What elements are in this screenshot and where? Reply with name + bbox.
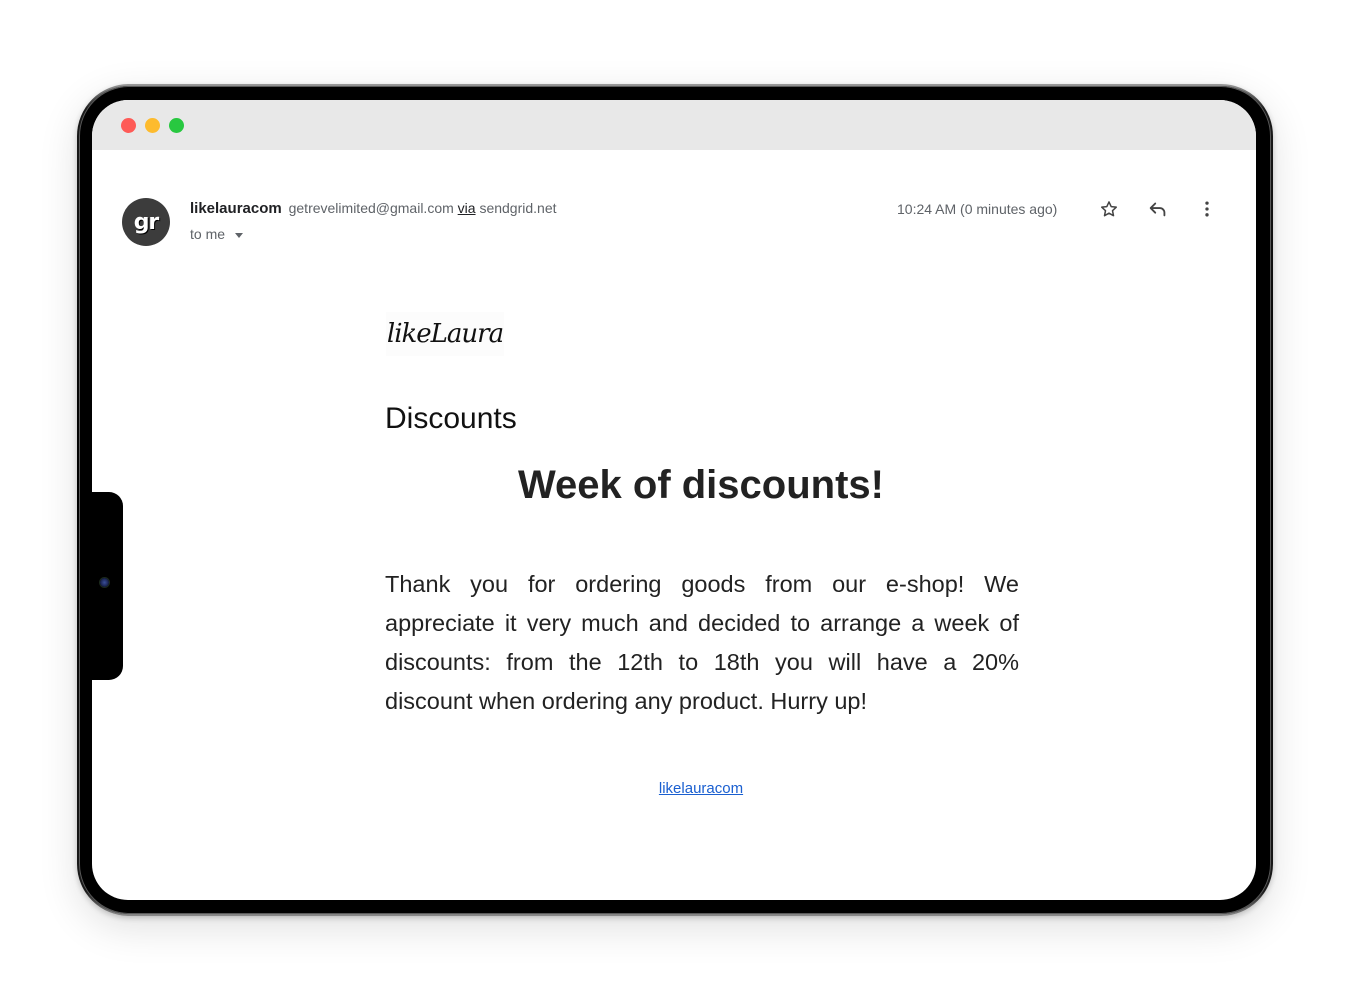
close-window-button[interactable] xyxy=(121,118,136,133)
email-headline: Week of discounts! xyxy=(518,463,884,507)
avatar-initials: gr xyxy=(133,209,160,235)
minimize-window-button[interactable] xyxy=(145,118,160,133)
chevron-down-icon xyxy=(235,232,244,238)
sender-line: likelauracom getrevelimited@gmail.com vi… xyxy=(190,200,557,217)
more-vert-icon xyxy=(1205,201,1209,217)
more-options-button[interactable] xyxy=(1194,196,1220,222)
reply-icon xyxy=(1149,202,1166,217)
brand-logo: likeLaura xyxy=(386,312,504,356)
maximize-window-button[interactable] xyxy=(169,118,184,133)
recipient-label: to me xyxy=(190,226,226,242)
star-button[interactable] xyxy=(1096,196,1122,222)
window-titlebar xyxy=(92,100,1256,150)
star-icon xyxy=(1101,201,1117,217)
sender-name[interactable]: likelauracom xyxy=(190,200,282,217)
via-link[interactable]: via xyxy=(458,200,476,216)
email-body-text: Thank you for ordering goods from our e-… xyxy=(385,571,1019,714)
sender-avatar[interactable]: gr xyxy=(122,198,170,246)
recipient-details-toggle[interactable]: to me xyxy=(190,226,244,242)
camera-notch xyxy=(92,492,123,680)
reply-button[interactable] xyxy=(1145,196,1171,222)
section-title: Discounts xyxy=(385,402,517,435)
tablet-device-frame: gr likelauracom getrevelimited@gmail.com… xyxy=(77,84,1273,916)
footer: likelauracom xyxy=(385,780,1017,797)
via-domain: sendgrid.net xyxy=(479,200,557,216)
camera-lens xyxy=(100,578,109,587)
footer-link[interactable]: likelauracom xyxy=(659,780,743,797)
sender-email: getrevelimited@gmail.com xyxy=(288,200,454,216)
screen: gr likelauracom getrevelimited@gmail.com… xyxy=(92,100,1256,900)
email-timestamp: 10:24 AM (0 minutes ago) xyxy=(897,201,1058,217)
